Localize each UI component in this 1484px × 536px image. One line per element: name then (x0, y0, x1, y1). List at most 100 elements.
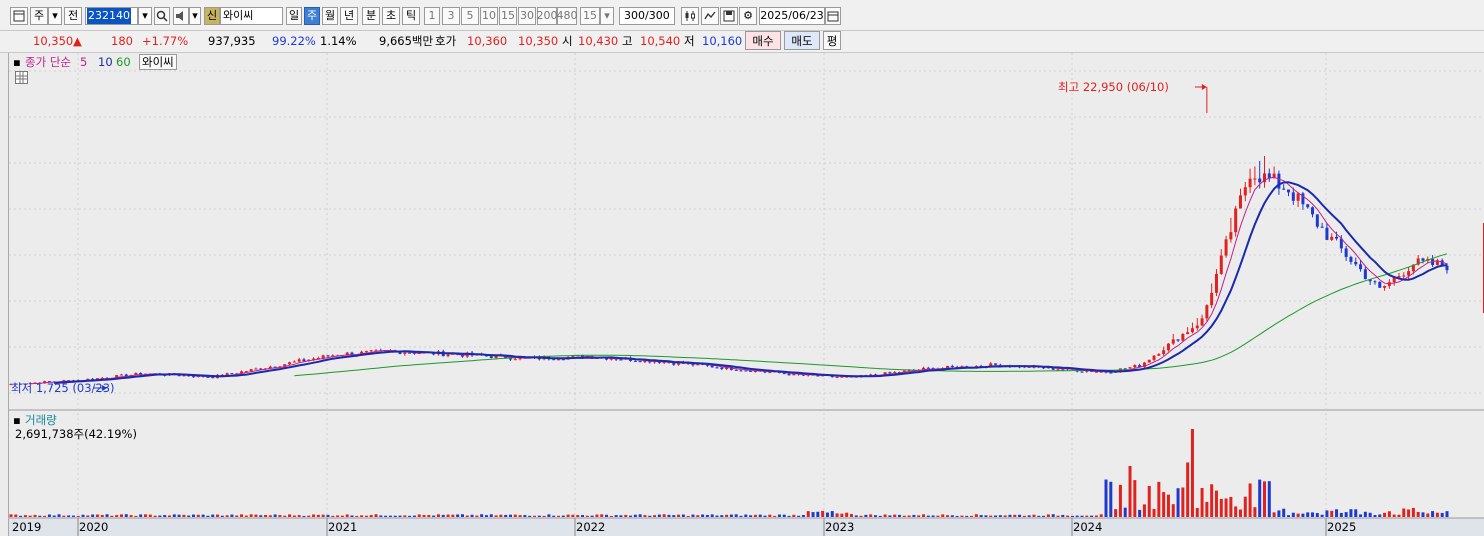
volume-bar (1190, 429, 1194, 517)
volume-bar (38, 515, 42, 517)
tab-second[interactable]: 초 (382, 7, 400, 25)
volume-bar (1354, 509, 1358, 517)
volume-bar (854, 515, 858, 517)
minute-option-15[interactable]: 15 (499, 7, 517, 25)
calendar-icon[interactable] (825, 7, 841, 25)
volume-bar (1224, 498, 1228, 517)
volume-bar (187, 515, 191, 517)
volume-bar (1147, 485, 1151, 517)
ma10-legend: 10 (98, 55, 113, 69)
volume-bar (1282, 508, 1286, 517)
stock-name-field[interactable]: 와이씨 (220, 7, 283, 25)
ma60-legend: 60 (116, 55, 131, 69)
volume-bar (749, 515, 753, 517)
minute-option-1[interactable]: 1 (424, 7, 440, 25)
code-dropdown-icon[interactable]: ▾ (138, 7, 152, 25)
volume-bar (1262, 481, 1266, 517)
volume-bar (1277, 510, 1281, 517)
date-input[interactable]: 2025/06/23 (759, 7, 825, 25)
volume-legend-title: 거래량 (25, 413, 57, 427)
candle-settings-icon[interactable] (681, 7, 699, 25)
volume-bar (321, 514, 325, 517)
volume-bar (552, 515, 556, 517)
chart-type-icon[interactable] (701, 7, 719, 25)
candle-body (557, 359, 561, 361)
volume-bar (1407, 509, 1411, 517)
count-input[interactable]: 300/300 (619, 7, 675, 25)
volume-bar (691, 514, 695, 517)
volume-bar (249, 514, 253, 517)
minute-option-200[interactable]: 200 (537, 7, 558, 25)
minute-option-10[interactable]: 10 (480, 7, 498, 25)
volume-bar (1339, 512, 1343, 517)
volume-bar (1090, 515, 1094, 517)
sin-button[interactable]: 신 (204, 7, 220, 25)
tab-week[interactable]: 주 (304, 7, 320, 25)
candle-body (1157, 354, 1161, 356)
tab-year[interactable]: 년 (340, 7, 358, 25)
volume-bar (753, 514, 757, 517)
layout-icon[interactable] (10, 7, 28, 25)
volume-ratio: 99.22% (272, 34, 316, 48)
period-label[interactable]: 주 (30, 7, 48, 25)
candle-body (230, 373, 234, 375)
interval-dropdown-icon[interactable]: ▾ (600, 7, 614, 25)
volume-bar (283, 515, 287, 517)
grid-table-icon[interactable] (15, 71, 28, 84)
volume-bar (672, 515, 676, 517)
volume-bar (1421, 512, 1425, 517)
volume-bar (1267, 481, 1271, 517)
volume-bar (734, 514, 738, 517)
stock-name: 와이씨 (223, 9, 254, 22)
tab-month[interactable]: 월 (322, 7, 338, 25)
volume-bar (605, 514, 609, 517)
open-price: 10,430 (578, 34, 619, 48)
save-icon[interactable] (720, 7, 738, 25)
volume-bar (950, 515, 954, 517)
volume-bar (1258, 479, 1262, 517)
candle-body (1210, 292, 1214, 306)
volume-bar (739, 515, 743, 517)
volume-bar (1296, 513, 1300, 517)
speaker-icon[interactable] (173, 7, 189, 25)
stock-legend-name[interactable]: 와이씨 (139, 54, 177, 70)
stock-code-input[interactable]: 232140 (85, 7, 138, 25)
volume-bar (974, 514, 978, 517)
ma5-legend: 5 (80, 55, 88, 69)
minute-option-5[interactable]: 5 (461, 7, 479, 25)
tab-minute[interactable]: 분 (362, 7, 380, 25)
buy-button[interactable]: 매수 (745, 31, 781, 50)
change-rate: +1.77% (142, 34, 189, 48)
period-dropdown-icon[interactable]: ▾ (48, 7, 62, 25)
candle-body (619, 359, 623, 361)
sell-button[interactable]: 매도 (784, 31, 820, 50)
candle-body (720, 367, 724, 370)
quote-bar: 10,350 ▲ 180 +1.77% 937,935 99.22% 1.14%… (0, 31, 1484, 53)
volume-bar (71, 515, 75, 517)
volume-bar (1397, 514, 1401, 517)
volume-bar (336, 515, 340, 517)
candle-body (1238, 195, 1242, 209)
gear-icon[interactable]: ⚙ (739, 7, 757, 25)
candle-body (638, 361, 642, 363)
volume-bar (1051, 514, 1055, 517)
minute-option-30[interactable]: 30 (518, 7, 536, 25)
search-icon[interactable] (154, 7, 170, 25)
minute-option-3[interactable]: 3 (442, 7, 460, 25)
volume-bar (960, 515, 964, 517)
interval-select[interactable]: 15 (580, 7, 600, 25)
all-label[interactable]: 전 (64, 7, 82, 25)
candle-body (950, 365, 954, 367)
candle-body (1407, 271, 1411, 276)
volume-bar (1099, 514, 1103, 517)
volume-bar (143, 514, 147, 517)
avg-button[interactable]: 평 (823, 31, 841, 50)
speaker-dropdown-icon[interactable]: ▾ (189, 7, 201, 25)
price-legend-marker: ▪ (13, 55, 21, 69)
volume-bar (1335, 509, 1339, 517)
minute-option-480[interactable]: 480 (557, 7, 578, 25)
tab-tick[interactable]: 틱 (402, 7, 420, 25)
candle-body (1080, 371, 1084, 373)
volume-bar (696, 515, 700, 517)
tab-day[interactable]: 일 (286, 7, 302, 25)
